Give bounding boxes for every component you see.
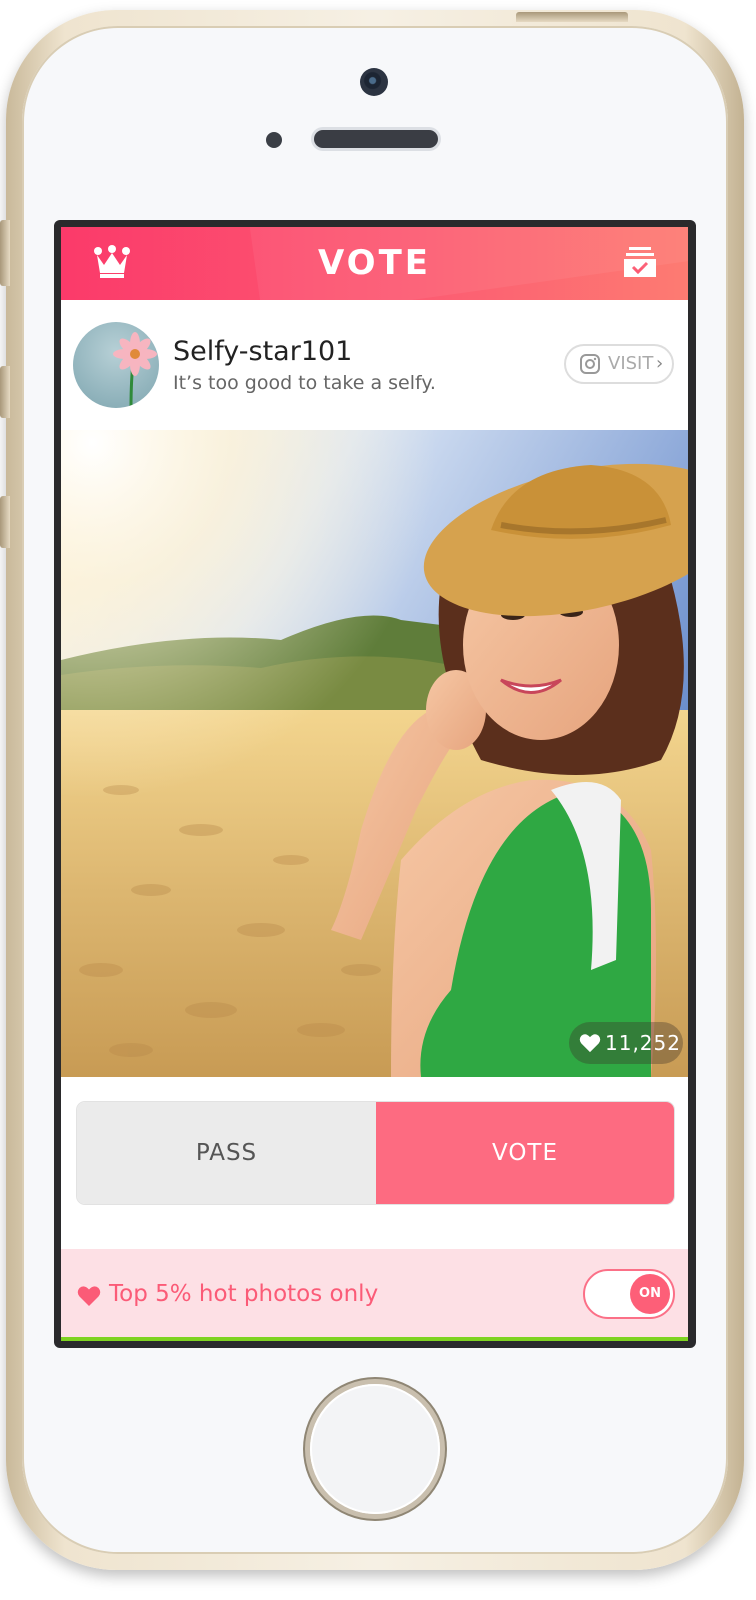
vote-photo[interactable]: 11,252: [61, 430, 688, 1077]
hot-photos-filter-label: Top 5% hot photos only: [109, 1281, 379, 1307]
likes-badge: 11,252: [569, 1022, 683, 1064]
flower-icon: [113, 332, 157, 408]
beach-selfie-image: [61, 430, 688, 1077]
hot-photos-toggle[interactable]: ON: [583, 1269, 675, 1319]
front-camera: [360, 68, 388, 96]
heart-icon: [579, 1034, 601, 1053]
volume-down-button: [0, 496, 10, 548]
heart-icon: [77, 1286, 101, 1306]
username[interactable]: Selfy-star101: [173, 336, 352, 367]
pass-button[interactable]: PASS: [77, 1102, 376, 1204]
instagram-icon: [580, 354, 600, 374]
profile-tagline: It’s too good to take a selfy.: [173, 372, 436, 394]
chevron-right-icon: ›: [656, 353, 664, 374]
proximity-sensor: [266, 132, 282, 148]
visit-instagram-button[interactable]: VISIT ›: [564, 344, 674, 384]
avatar[interactable]: [73, 322, 159, 408]
home-button[interactable]: [310, 1384, 440, 1514]
inbox-check-icon[interactable]: [623, 245, 657, 279]
app-header: VOTE: [61, 227, 688, 300]
earpiece-speaker: [314, 130, 438, 148]
profile-header: Selfy-star101 It’s too good to take a se…: [61, 300, 688, 430]
toggle-knob: ON: [630, 1274, 670, 1314]
volume-up-button: [0, 366, 10, 418]
app-screen: VOTE Selfy-star101 It’s too good to take…: [61, 227, 688, 1341]
mute-switch: [0, 220, 10, 286]
power-button: [516, 12, 628, 22]
vote-actions: PASS VOTE: [77, 1102, 674, 1204]
progress-line: [61, 1337, 688, 1341]
visit-label: VISIT: [608, 353, 654, 374]
vote-button[interactable]: VOTE: [376, 1102, 674, 1204]
page-title: VOTE: [317, 243, 432, 283]
likes-count: 11,252: [605, 1031, 681, 1055]
hot-photos-filter-bar: Top 5% hot photos only ON: [61, 1249, 688, 1337]
